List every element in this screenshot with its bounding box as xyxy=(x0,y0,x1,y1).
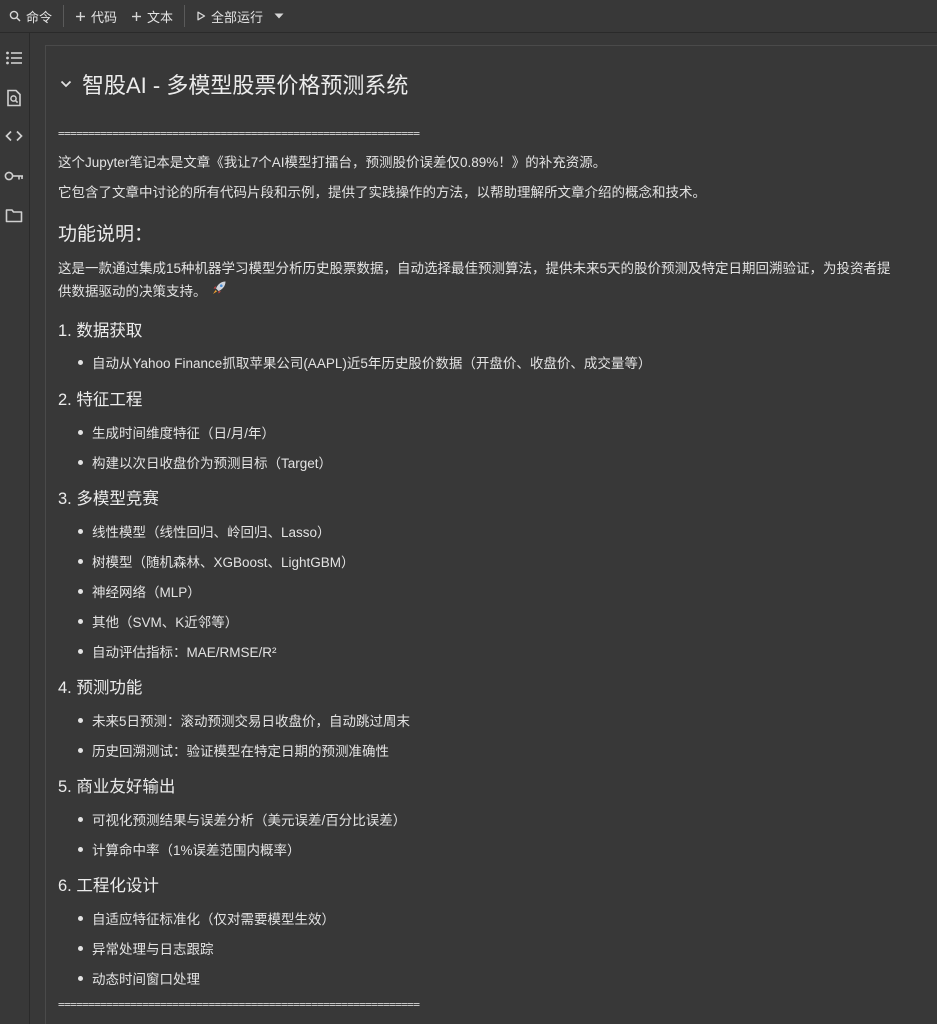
section-heading-1: 1. 数据获取 xyxy=(58,322,143,340)
features-heading: 功能说明： xyxy=(58,224,154,245)
cell-gutter xyxy=(31,33,45,1024)
bullet-icon xyxy=(78,915,83,921)
list-item: 自动从Yahoo Finance抓取苹果公司(AAPL)近5年历史股价数据（开盘… xyxy=(78,352,651,372)
section-heading-6: 6. 工程化设计 xyxy=(58,877,159,895)
command-label: 命令 xyxy=(26,9,53,25)
code-snippets-icon[interactable] xyxy=(4,126,24,146)
run-all-button[interactable]: 全部运行 xyxy=(189,4,270,28)
toc-icon[interactable] xyxy=(4,48,24,68)
collapse-chevron-icon[interactable] xyxy=(58,76,74,92)
plus-icon xyxy=(131,11,142,22)
bullet-icon xyxy=(78,648,83,654)
list-item-text: 构建以次日收盘价为预测目标（Target） xyxy=(92,456,333,471)
list-item-text: 生成时间维度特征（日/月/年） xyxy=(92,426,276,441)
run-options-dropdown[interactable] xyxy=(270,4,288,28)
list-item: 树模型（随机森林、XGBoost、LightGBM） xyxy=(78,551,355,571)
command-palette-button[interactable]: 命令 xyxy=(2,4,59,28)
list-item: 可视化预测结果与误差分析（美元误差/百分比误差） xyxy=(78,809,406,829)
run-all-label: 全部运行 xyxy=(211,9,264,25)
bullet-icon xyxy=(78,846,83,852)
list-item: 线性模型（线性回归、岭回归、Lasso） xyxy=(78,521,331,541)
bullet-icon xyxy=(78,528,83,534)
list-item: 神经网络（MLP） xyxy=(78,581,201,601)
list-item: 其他（SVM、K近邻等） xyxy=(78,611,238,631)
list-item: 构建以次日收盘价为预测目标（Target） xyxy=(78,452,332,472)
code-label: 代码 xyxy=(91,9,118,25)
bullet-icon xyxy=(78,747,83,753)
list-item-text: 其他（SVM、K近邻等） xyxy=(92,615,239,630)
bullet-icon xyxy=(78,558,83,564)
bullet-icon xyxy=(78,459,83,465)
list-item-text: 自动从Yahoo Finance抓取苹果公司(AAPL)近5年历史股价数据（开盘… xyxy=(92,356,652,371)
bullet-icon xyxy=(78,429,83,435)
section-heading-3: 3. 多模型竞赛 xyxy=(58,490,159,508)
left-sidebar xyxy=(0,33,30,1024)
list-item-text: 可视化预测结果与误差分析（美元误差/百分比误差） xyxy=(92,813,407,828)
list-item: 历史回溯测试：验证模型在特定日期的预测准确性 xyxy=(78,740,389,760)
bullet-icon xyxy=(78,975,83,981)
section-header: 智股AI - 多模型股票价格预测系统 xyxy=(58,68,408,100)
separator-line-top: ========================================… xyxy=(58,127,420,140)
add-text-cell-button[interactable]: 文本 xyxy=(124,4,180,28)
list-item-text: 树模型（随机森林、XGBoost、LightGBM） xyxy=(92,555,355,570)
list-item-text: 自动评估指标：MAE/RMSE/R² xyxy=(92,645,277,660)
add-code-cell-button[interactable]: 代码 xyxy=(68,4,124,28)
bullet-icon xyxy=(78,588,83,594)
list-item: 计算命中率（1%误差范围内概率） xyxy=(78,839,301,859)
play-icon xyxy=(196,11,206,21)
folder-icon[interactable] xyxy=(4,205,24,225)
list-item-text: 自适应特征标准化（仅对需要模型生效） xyxy=(92,912,335,927)
list-item-text: 异常处理与日志跟踪 xyxy=(92,942,214,957)
intro-paragraph-2: 它包含了文章中讨论的所有代码片段和示例，提供了实践操作的方法，以帮助理解所文章介… xyxy=(58,185,706,200)
section-heading-4: 4. 预测功能 xyxy=(58,679,143,697)
section-heading-5: 5. 商业友好输出 xyxy=(58,778,176,796)
toolbar-divider xyxy=(184,5,186,27)
bullet-icon xyxy=(78,359,83,365)
intro-paragraph-1: 这个Jupyter笔记本是文章《我让7个AI模型打擂台，预测股价误差仅0.89%… xyxy=(58,155,607,170)
caret-down-icon xyxy=(274,13,284,19)
bullet-icon xyxy=(78,945,83,951)
list-item: 生成时间维度特征（日/月/年） xyxy=(78,422,275,442)
features-description-line-2-row: 供数据驱动的决策支持。 xyxy=(58,280,937,303)
list-item: 自动评估指标：MAE/RMSE/R² xyxy=(78,641,277,661)
features-description-line-1: 这是一款通过集成15种机器学习模型分析历史股票数据，自动选择最佳预测算法，提供未… xyxy=(58,261,891,276)
plus-icon xyxy=(75,11,86,22)
text-label: 文本 xyxy=(147,9,174,25)
list-item-text: 未来5日预测：滚动预测交易日收盘价，自动跳过周末 xyxy=(92,714,411,729)
rocket-icon xyxy=(211,280,227,303)
section-heading-2: 2. 特征工程 xyxy=(58,391,143,409)
separator-line-bottom: ========================================… xyxy=(58,998,420,1011)
bullet-icon xyxy=(78,816,83,822)
find-icon[interactable] xyxy=(4,88,24,108)
list-item-text: 神经网络（MLP） xyxy=(92,585,201,600)
bullet-icon xyxy=(78,717,83,723)
secrets-key-icon[interactable] xyxy=(4,166,24,186)
list-item-text: 动态时间窗口处理 xyxy=(92,972,200,987)
list-item-text: 历史回溯测试：验证模型在特定日期的预测准确性 xyxy=(92,744,389,759)
features-description-line-2: 供数据驱动的决策支持。 xyxy=(58,284,207,299)
notebook-toolbar: 命令 代码 文本 全部运行 xyxy=(0,0,937,33)
list-item: 未来5日预测：滚动预测交易日收盘价，自动跳过周末 xyxy=(78,710,410,730)
notebook-title: 智股AI - 多模型股票价格预测系统 xyxy=(82,73,409,98)
list-item-text: 线性模型（线性回归、岭回归、Lasso） xyxy=(92,525,331,540)
search-icon xyxy=(9,10,21,22)
markdown-cell[interactable]: 智股AI - 多模型股票价格预测系统 =====================… xyxy=(45,45,937,1024)
bullet-icon xyxy=(78,618,83,624)
list-item: 自适应特征标准化（仅对需要模型生效） xyxy=(78,908,335,928)
list-item-text: 计算命中率（1%误差范围内概率） xyxy=(92,843,301,858)
list-item: 异常处理与日志跟踪 xyxy=(78,938,214,958)
toolbar-divider xyxy=(63,5,65,27)
list-item: 动态时间窗口处理 xyxy=(78,968,200,988)
